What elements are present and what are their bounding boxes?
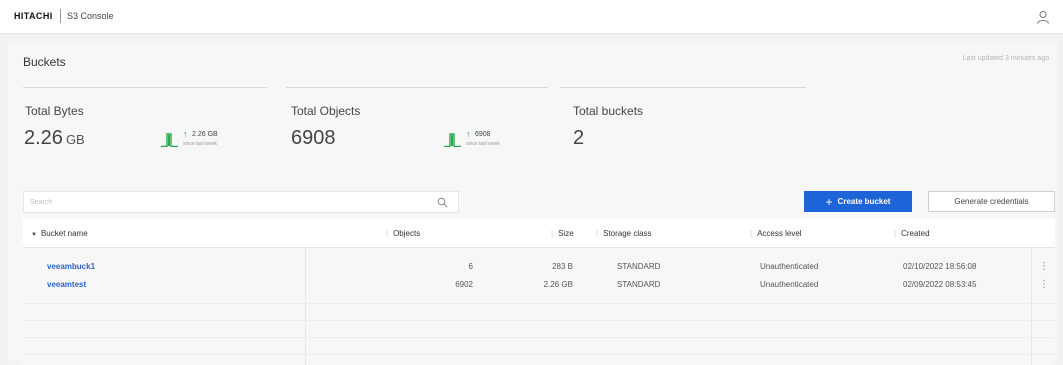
size-cell: 2.26 GB — [543, 280, 573, 289]
bucket-name-link[interactable]: veeamtest — [47, 280, 86, 289]
objects-cell: 6 — [468, 262, 473, 271]
table-row[interactable]: veeambuck1 6 283 B STANDARD Unauthentica… — [23, 260, 1055, 274]
brand-logo[interactable]: HITACHI — [14, 11, 53, 21]
column-header-created[interactable]: | Created — [894, 229, 930, 238]
top-bar: HITACHI S3 Console — [0, 0, 1063, 34]
row-divider — [23, 320, 1055, 321]
objects-cell: 6902 — [455, 280, 473, 289]
total-buckets-label: Total buckets — [573, 104, 644, 118]
total-bytes-value: 2.26 GB — [24, 127, 85, 150]
table-header: ▼ Bucket name | Objects | Size | Storage cla… — [23, 219, 1055, 248]
storage-class-cell: STANDARD — [617, 280, 661, 289]
column-header-storage-class-label: Storage class — [603, 229, 652, 238]
size-cell: 283 B — [552, 262, 573, 271]
column-header-size[interactable]: | Size — [551, 229, 574, 238]
total-objects-trend: ↑ 6908 since last week — [444, 129, 524, 151]
column-header-storage-class[interactable]: | Storage class — [596, 229, 652, 238]
column-header-bucket-name-label: Bucket name — [40, 229, 88, 238]
user-icon[interactable] — [1035, 9, 1051, 25]
access-level-cell: Unauthenticated — [760, 262, 819, 271]
total-objects-trend-value: 6908 — [475, 131, 491, 138]
total-buckets-card-divider — [560, 87, 806, 88]
page-title: Buckets — [23, 55, 66, 69]
column-header-objects-label: Objects — [393, 229, 421, 238]
row-actions-kebab-icon[interactable]: ⋮ — [1039, 261, 1049, 272]
column-header-created-label: Created — [901, 229, 930, 238]
row-actions-kebab-icon[interactable]: ⋮ — [1039, 279, 1049, 290]
created-cell: 02/10/2022 18:56:08 — [903, 262, 977, 271]
app-name[interactable]: S3 Console — [67, 11, 114, 21]
total-objects-label: Total Objects — [291, 104, 361, 118]
total-buckets-value: 2 — [573, 127, 585, 149]
column-header-bucket-name[interactable]: ▼ Bucket name — [31, 229, 88, 238]
storage-class-cell: STANDARD — [617, 262, 661, 271]
total-bytes-label: Total Bytes — [25, 104, 84, 118]
column-header-access-level[interactable]: | Access level — [750, 229, 802, 238]
total-bytes-number: 2.26 — [24, 127, 63, 149]
trend-up-icon: ↑ — [466, 129, 471, 139]
generate-credentials-button[interactable]: Generate credentials — [928, 191, 1055, 212]
brand-separator — [60, 9, 61, 23]
total-objects-card-divider — [286, 87, 548, 88]
search-input[interactable] — [30, 195, 430, 209]
create-bucket-label: Create bucket — [837, 197, 891, 206]
total-bytes-trend-period: since last week — [183, 141, 217, 147]
table-row[interactable]: veeamtest 6902 2.26 GB STANDARD Unauthen… — [23, 278, 1055, 292]
row-divider — [23, 337, 1055, 338]
trend-up-icon: ↑ — [183, 129, 188, 139]
trend-chart-icon — [161, 133, 178, 147]
last-updated-text: Last updated 3 minutes ago — [962, 55, 1049, 62]
total-bytes-card-divider — [23, 87, 267, 88]
plus-icon: + — [825, 194, 833, 209]
sort-caret-icon: ▼ — [31, 232, 37, 238]
total-bytes-trend: ↑ 2.26 GB since last week — [161, 129, 241, 151]
create-bucket-button[interactable]: + Create bucket — [804, 191, 912, 212]
search-icon[interactable] — [437, 197, 448, 208]
column-header-size-label: Size — [558, 229, 574, 238]
row-divider — [23, 354, 1055, 355]
access-level-cell: Unauthenticated — [760, 280, 819, 289]
total-objects-value: 6908 — [291, 127, 336, 149]
column-header-access-level-label: Access level — [757, 229, 802, 238]
total-bytes-unit: GB — [65, 132, 85, 147]
bucket-name-link[interactable]: veeambuck1 — [47, 262, 95, 271]
column-header-objects[interactable]: | Objects — [386, 229, 420, 238]
trend-chart-icon — [444, 133, 461, 147]
search-box — [23, 191, 459, 213]
created-cell: 02/09/2022 08:53:45 — [903, 280, 977, 289]
total-objects-trend-period: since last week — [466, 141, 500, 147]
buckets-table: ▼ Bucket name | Objects | Size | Storage cla… — [23, 219, 1055, 365]
total-bytes-trend-value: 2.26 GB — [192, 131, 218, 138]
row-divider — [23, 303, 1055, 304]
